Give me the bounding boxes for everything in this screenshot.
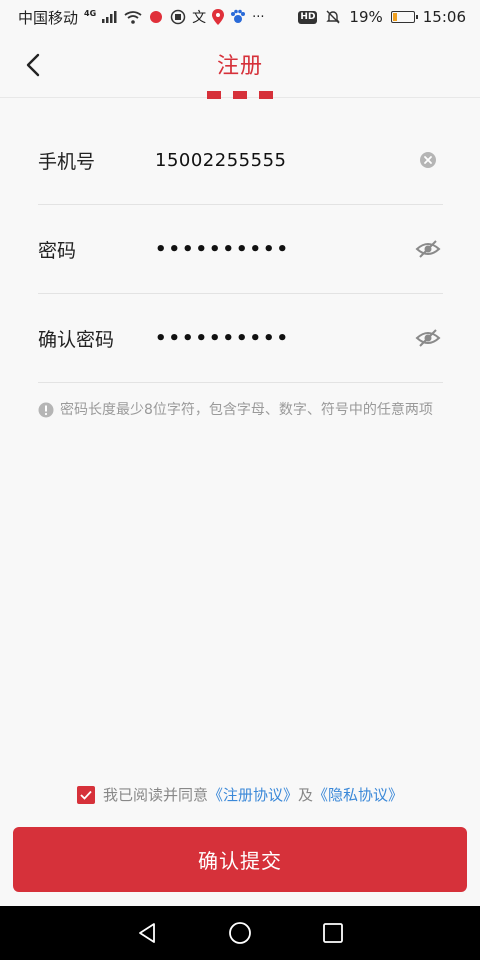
phone-row: 手机号 15002255555 — [38, 116, 443, 205]
page-title: 注册 — [216, 54, 263, 79]
title-decoration-dash — [259, 91, 273, 99]
nav-home-button[interactable] — [220, 913, 260, 953]
signal-icon — [102, 11, 118, 23]
submit-button[interactable]: 确认提交 — [13, 827, 467, 892]
battery-icon — [390, 11, 418, 23]
app-header: 注册 — [0, 34, 480, 99]
clear-circle-icon — [420, 152, 436, 168]
paw-icon — [230, 9, 246, 25]
network-type: 4G — [84, 8, 97, 18]
agreement-and: 及 — [298, 786, 314, 804]
toggle-password-visibility-button[interactable] — [413, 234, 443, 264]
info-icon — [38, 402, 54, 424]
app-notification-icon — [148, 10, 164, 24]
phone-input[interactable]: 15002255555 — [155, 150, 413, 171]
more-notifications-icon: ··· — [252, 9, 265, 25]
title-decoration — [207, 91, 273, 99]
location-pin-icon — [212, 9, 225, 25]
agreement-row: 我已阅读并同意 《注册协议》 及 《隐私协议》 — [0, 784, 480, 805]
system-nav-bar — [0, 906, 480, 960]
status-left: 中国移动 4G 文 ··· — [18, 7, 265, 28]
agreement-prefix: 我已阅读并同意 — [102, 786, 208, 804]
wifi-icon — [124, 10, 142, 24]
password-hint: 密码长度最少8位字符，包含字母、数字、符号中的任意两项 — [38, 400, 443, 424]
register-form: 手机号 15002255555 密码 •••••••••• 确认密码 •••••… — [38, 116, 443, 383]
app-notification-icon — [170, 9, 186, 25]
confirm-password-label: 确认密码 — [38, 328, 115, 351]
battery-percent: 19% — [349, 8, 383, 26]
square-recent-icon — [323, 923, 344, 943]
password-row: 密码 •••••••••• — [38, 205, 443, 294]
confirm-password-input[interactable]: •••••••••• — [155, 328, 413, 349]
status-right: HD 19% 15:06 — [298, 8, 466, 26]
triangle-back-icon — [138, 923, 155, 943]
confirm-password-row: 确认密码 •••••••••• — [38, 294, 443, 383]
hd-badge: HD — [298, 10, 318, 24]
password-label: 密码 — [38, 239, 77, 262]
nav-recent-button[interactable] — [313, 913, 353, 953]
mute-bell-icon — [325, 9, 341, 25]
password-hint-text: 密码长度最少8位字符，包含字母、数字、符号中的任意两项 — [60, 402, 433, 418]
status-bar: 中国移动 4G 文 ··· HD 19% 15:06 — [0, 0, 480, 34]
title-decoration-dash — [233, 91, 247, 99]
clear-phone-button[interactable] — [413, 145, 443, 175]
eye-off-icon — [415, 240, 441, 258]
password-input[interactable]: •••••••••• — [155, 239, 413, 260]
battery-level — [392, 13, 397, 21]
nav-back-button[interactable] — [127, 913, 167, 953]
circle-home-icon — [229, 922, 251, 944]
register-agreement-link[interactable]: 《注册协议》 — [208, 784, 298, 805]
clock: 15:06 — [422, 8, 466, 26]
agreement-checkbox[interactable] — [76, 785, 95, 804]
app-notification-icon: 文 — [192, 10, 207, 26]
carrier-name: 中国移动 — [18, 8, 79, 27]
phone-label: 手机号 — [38, 150, 96, 173]
title-decoration-dash — [207, 91, 221, 99]
eye-off-icon — [415, 329, 441, 347]
privacy-agreement-link[interactable]: 《隐私协议》 — [313, 784, 403, 805]
toggle-confirm-password-visibility-button[interactable] — [413, 323, 443, 353]
check-icon — [80, 790, 92, 800]
